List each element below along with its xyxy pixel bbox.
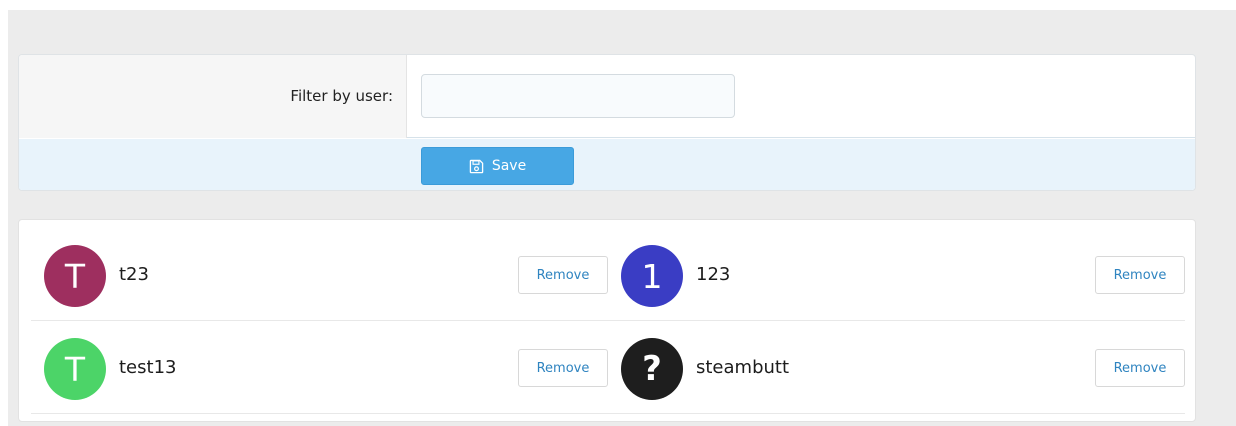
user-name: steambutt: [696, 357, 790, 378]
user-card: T t23 Remove: [31, 228, 608, 321]
remove-button[interactable]: Remove: [518, 349, 608, 387]
avatar: ?: [621, 338, 683, 400]
avatar: T: [44, 245, 106, 307]
avatar-letter: T: [64, 349, 86, 389]
user-name: test13: [119, 357, 177, 378]
avatar: T: [44, 338, 106, 400]
filter-panel: Filter by user: Save: [18, 54, 1196, 191]
remove-button[interactable]: Remove: [1095, 349, 1185, 387]
remove-button[interactable]: Remove: [1095, 256, 1185, 294]
filter-row: Filter by user:: [19, 55, 1195, 138]
floppy-disk-icon: [469, 159, 484, 173]
users-grid: T t23 Remove 1 123 Remove T test13 Remov…: [31, 228, 1185, 414]
user-name: t23: [119, 264, 149, 285]
save-button[interactable]: Save: [421, 147, 574, 185]
remove-button[interactable]: Remove: [518, 256, 608, 294]
filter-label: Filter by user:: [290, 87, 393, 105]
form-footer: Save: [19, 139, 1195, 190]
user-card: T test13 Remove: [31, 321, 608, 414]
filter-label-cell: Filter by user:: [19, 55, 407, 138]
filter-by-user-input[interactable]: [421, 74, 735, 118]
avatar: 1: [621, 245, 683, 307]
user-row: T t23 Remove 1 123 Remove: [31, 228, 1185, 321]
avatar-letter: ?: [642, 349, 662, 389]
user-card: 1 123 Remove: [608, 228, 1185, 321]
avatar-letter: T: [64, 256, 86, 296]
save-button-label: Save: [491, 158, 527, 174]
avatar-letter: 1: [641, 256, 663, 296]
user-card: ? steambutt Remove: [608, 321, 1185, 414]
user-row: T test13 Remove ? steambutt Remove: [31, 321, 1185, 414]
user-name: 123: [696, 264, 731, 285]
users-panel: T t23 Remove 1 123 Remove T test13 Remov…: [18, 219, 1196, 422]
